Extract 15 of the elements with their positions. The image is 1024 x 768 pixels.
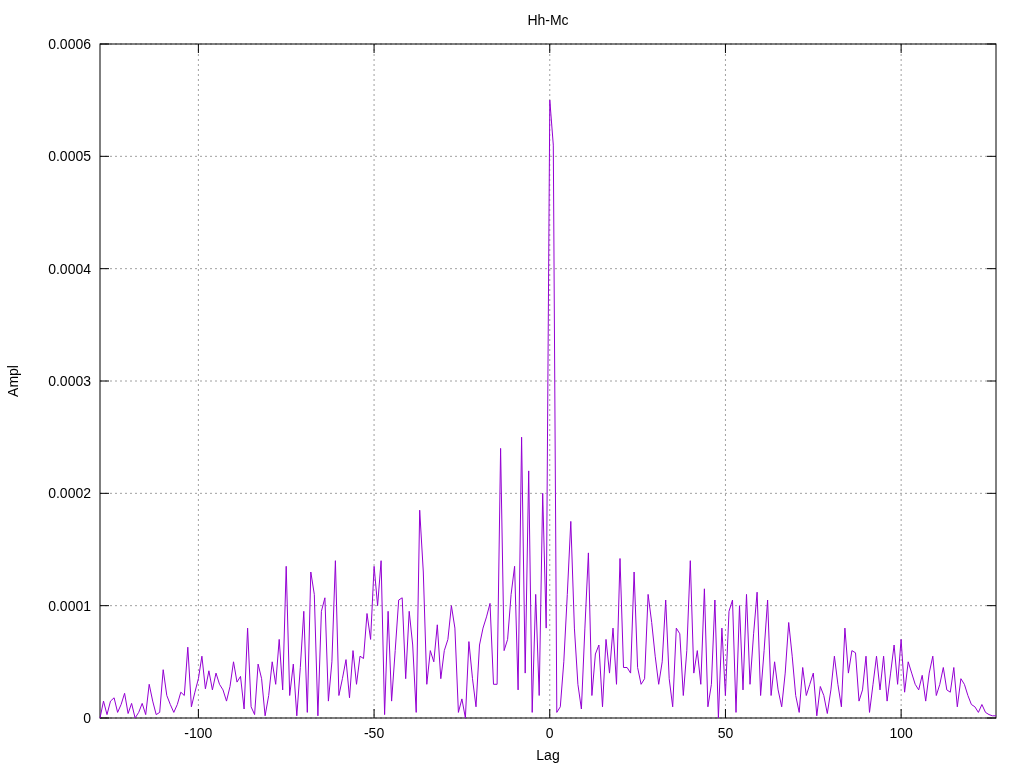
tick-label: 0	[83, 710, 91, 726]
tick-label: 0.0006	[48, 36, 91, 52]
tick-label: -50	[363, 725, 385, 741]
axis-label: Ampl	[5, 365, 21, 397]
tick-label: 0.0001	[48, 597, 91, 614]
tick-label: 0.0004	[48, 260, 91, 277]
tick-label: 50	[717, 725, 734, 741]
tick-label: 0.0002	[48, 485, 91, 502]
tick-label: -100	[184, 725, 213, 741]
axis-label: Lag	[536, 747, 560, 763]
tick-label: 0	[545, 725, 554, 741]
tick-label: 0.0005	[48, 148, 91, 165]
chart-title: Hh-Mc	[527, 12, 569, 28]
tick-label: 100	[889, 725, 913, 741]
tick-label: 0.0003	[48, 373, 91, 389]
